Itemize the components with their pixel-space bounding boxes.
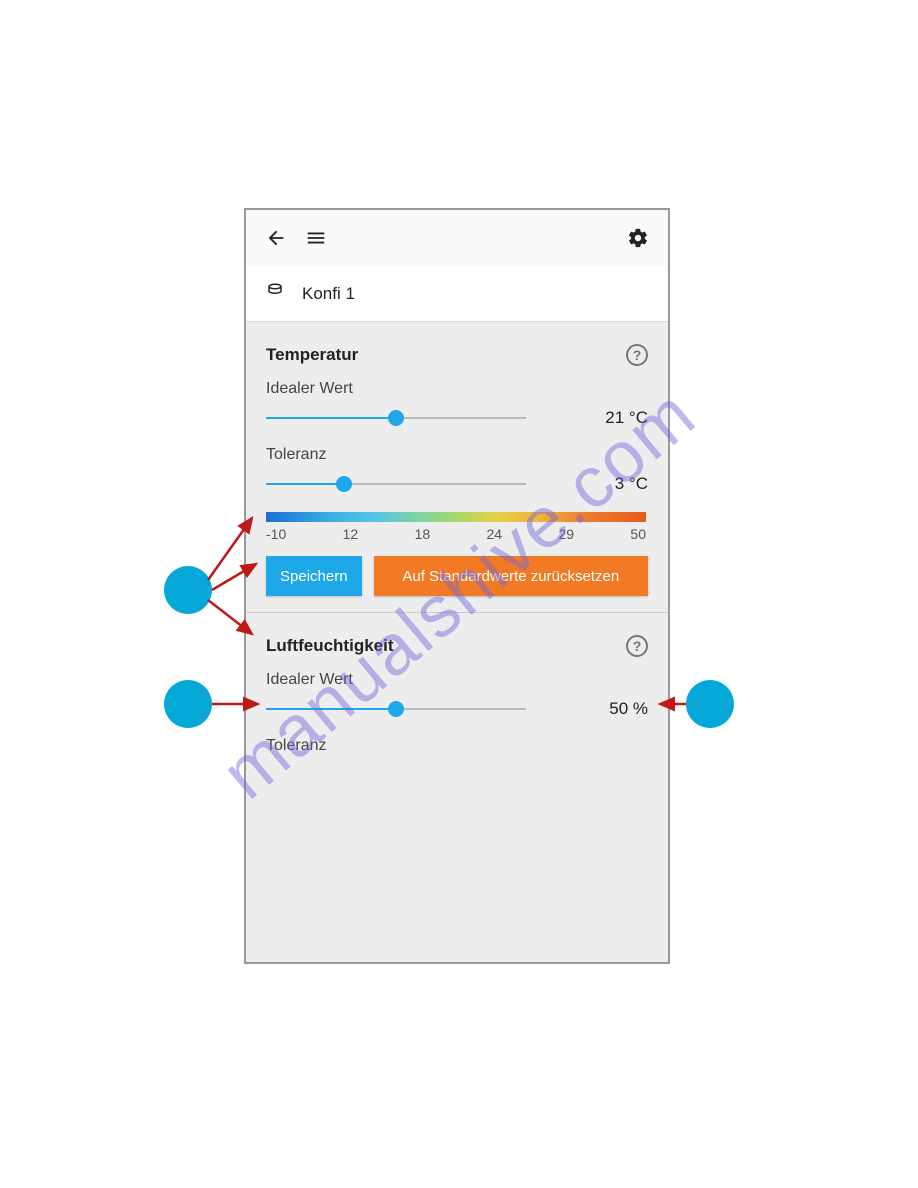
callout-arrows	[0, 0, 918, 1188]
